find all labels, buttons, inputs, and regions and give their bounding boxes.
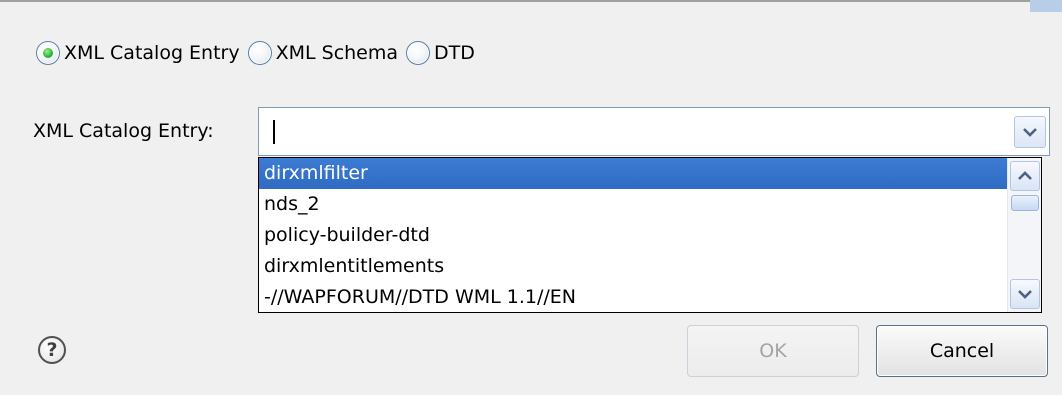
chevron-up-icon	[1018, 171, 1032, 180]
radio-selected-dot	[43, 48, 53, 58]
text-caret	[273, 120, 275, 144]
radio-label-xml-catalog-entry: XML Catalog Entry	[64, 42, 240, 64]
list-item[interactable]: policy-builder-dtd	[259, 220, 1007, 251]
catalog-entry-input[interactable]	[265, 114, 999, 149]
scroll-down-button[interactable]	[1010, 279, 1040, 309]
chevron-down-icon	[1018, 290, 1032, 299]
window-top-border	[0, 0, 1062, 12]
cancel-button[interactable]: Cancel	[876, 325, 1048, 377]
scroll-thumb[interactable]	[1011, 195, 1039, 211]
list-item[interactable]: nds_2	[259, 189, 1007, 220]
source-type-radio-group: XML Catalog Entry XML Schema DTD	[36, 38, 483, 68]
radio-xml-schema[interactable]: XML Schema	[247, 41, 399, 65]
list-item[interactable]: dirxmlentitlements	[259, 251, 1007, 282]
radio-button-icon[interactable]	[406, 41, 431, 65]
radio-button-icon[interactable]	[36, 41, 60, 65]
help-icon[interactable]: ?	[38, 336, 66, 364]
radio-button-icon[interactable]	[247, 41, 272, 65]
catalog-entry-dropdown-list: dirxmlfilter nds_2 policy-builder-dtd di…	[258, 157, 1042, 313]
radio-label-dtd: DTD	[434, 42, 475, 64]
radio-xml-catalog-entry[interactable]: XML Catalog Entry	[36, 41, 240, 65]
combo-dropdown-button[interactable]	[1014, 116, 1046, 148]
dropdown-items: dirxmlfilter nds_2 policy-builder-dtd di…	[259, 158, 1007, 312]
dropdown-scrollbar[interactable]	[1007, 158, 1041, 312]
list-item-selected[interactable]: dirxmlfilter	[259, 158, 1007, 189]
scroll-up-button[interactable]	[1010, 161, 1040, 191]
catalog-entry-label: XML Catalog Entry:	[33, 120, 214, 142]
radio-label-xml-schema: XML Schema	[275, 42, 399, 64]
chevron-down-icon	[1023, 128, 1037, 137]
window-corner-accent	[1030, 0, 1062, 12]
radio-dtd[interactable]: DTD	[406, 41, 475, 65]
catalog-entry-combobox[interactable]	[258, 107, 1050, 156]
ok-button[interactable]: OK	[687, 325, 859, 377]
list-item[interactable]: -//WAPFORUM//DTD WML 1.1//EN	[259, 282, 1007, 312]
